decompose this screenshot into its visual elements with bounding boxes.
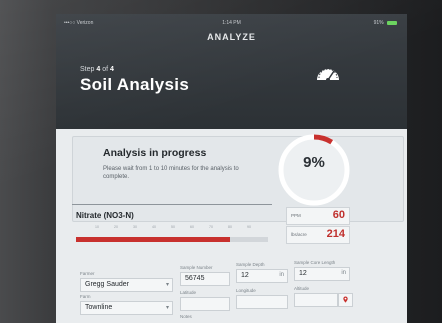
app-screen: •••○○ Verizon 1:14 PM 91% ANALYZE Step 4…	[56, 14, 407, 323]
step-total: 4	[110, 66, 114, 73]
sample-depth-input[interactable]: 12 in	[236, 269, 288, 283]
scale-tick-label: 70	[209, 225, 213, 229]
altitude-label: Altitude	[294, 286, 310, 291]
nav-title: ANALYZE	[207, 32, 256, 42]
latitude-label: Latitude	[180, 290, 197, 295]
altitude-input[interactable]	[294, 293, 338, 307]
core-length-unit: in	[341, 270, 346, 276]
chevron-down-icon: ▾	[165, 282, 169, 288]
farmer-value: Gregg Sauder	[85, 281, 129, 288]
location-pin-icon	[343, 296, 348, 303]
location-button[interactable]	[338, 293, 353, 307]
battery-indicator: 91%	[374, 20, 397, 26]
progress-subtext: Please wait from 1 to 10 minutes for the…	[103, 166, 239, 180]
sample-number-label: Sample Number	[180, 265, 213, 270]
nitrate-scale: 10 20 30 40 50 60 70 80 90	[76, 225, 266, 235]
lbs-acre-label: lbs/acre	[291, 232, 307, 237]
scale-tick-label: 30	[133, 225, 137, 229]
farm-label: Farm	[80, 294, 91, 299]
sample-depth-label: Sample Depth	[236, 262, 265, 267]
gauge-icon	[317, 68, 339, 82]
lbs-acre-box: lbs/acre 214	[286, 226, 350, 244]
scale-tick-label: 50	[171, 225, 175, 229]
longitude-label: Longitude	[236, 288, 256, 293]
sample-depth-value: 12	[241, 272, 249, 279]
step-current: 4	[96, 66, 101, 73]
clock: 1:14 PM	[222, 20, 241, 26]
ppm-label: PPM	[291, 213, 301, 218]
farm-select[interactable]: Townline ▾	[80, 301, 173, 315]
scale-tick-label: 20	[114, 225, 118, 229]
ppm-box: PPM 60	[286, 207, 350, 225]
sample-number-value: 56745	[185, 275, 205, 282]
page-title: Soil Analysis	[80, 75, 190, 94]
chevron-down-icon: ▾	[165, 305, 169, 311]
app-header: •••○○ Verizon 1:14 PM 91% ANALYZE Step 4…	[56, 14, 407, 129]
battery-icon	[387, 20, 397, 25]
step-of: of	[102, 66, 109, 73]
longitude-input[interactable]	[236, 295, 288, 309]
farm-value: Townline	[85, 304, 113, 311]
core-length-label: Sample Core Length	[294, 260, 336, 265]
nitrate-bar-fill	[76, 237, 230, 242]
scale-tick-label: 40	[152, 225, 156, 229]
progress-percent: 9%	[303, 154, 325, 171]
ppm-value: 60	[332, 209, 345, 221]
divider	[72, 204, 272, 205]
core-length-value: 12	[299, 270, 307, 277]
latitude-input[interactable]	[180, 297, 230, 311]
status-bar: •••○○ Verizon 1:14 PM 91%	[56, 18, 407, 28]
progress-heading: Analysis in progress	[103, 147, 207, 159]
nitrate-label: Nitrate (NO3-N)	[76, 211, 134, 220]
scale-tick-label: 80	[228, 225, 232, 229]
farmer-label: Farmer	[80, 271, 95, 276]
scale-tick-label: 90	[247, 225, 251, 229]
analysis-progress-card: Analysis in progress Please wait from 1 …	[72, 134, 404, 222]
lbs-acre-value: 214	[326, 228, 345, 240]
scale-tick-label: 10	[95, 225, 99, 229]
farmer-select[interactable]: Gregg Sauder ▾	[80, 278, 173, 292]
sample-number-input[interactable]: 56745	[180, 272, 230, 286]
core-length-input[interactable]: 12 in	[294, 267, 350, 281]
step-indicator: Step 4 of 4	[80, 66, 114, 73]
sample-depth-unit: in	[279, 272, 284, 278]
battery-percent: 91%	[373, 20, 384, 26]
nitrate-bar-track	[76, 237, 268, 242]
notes-label: Notes	[180, 314, 192, 319]
scale-tick-label: 60	[190, 225, 194, 229]
step-prefix: Step	[80, 66, 95, 73]
